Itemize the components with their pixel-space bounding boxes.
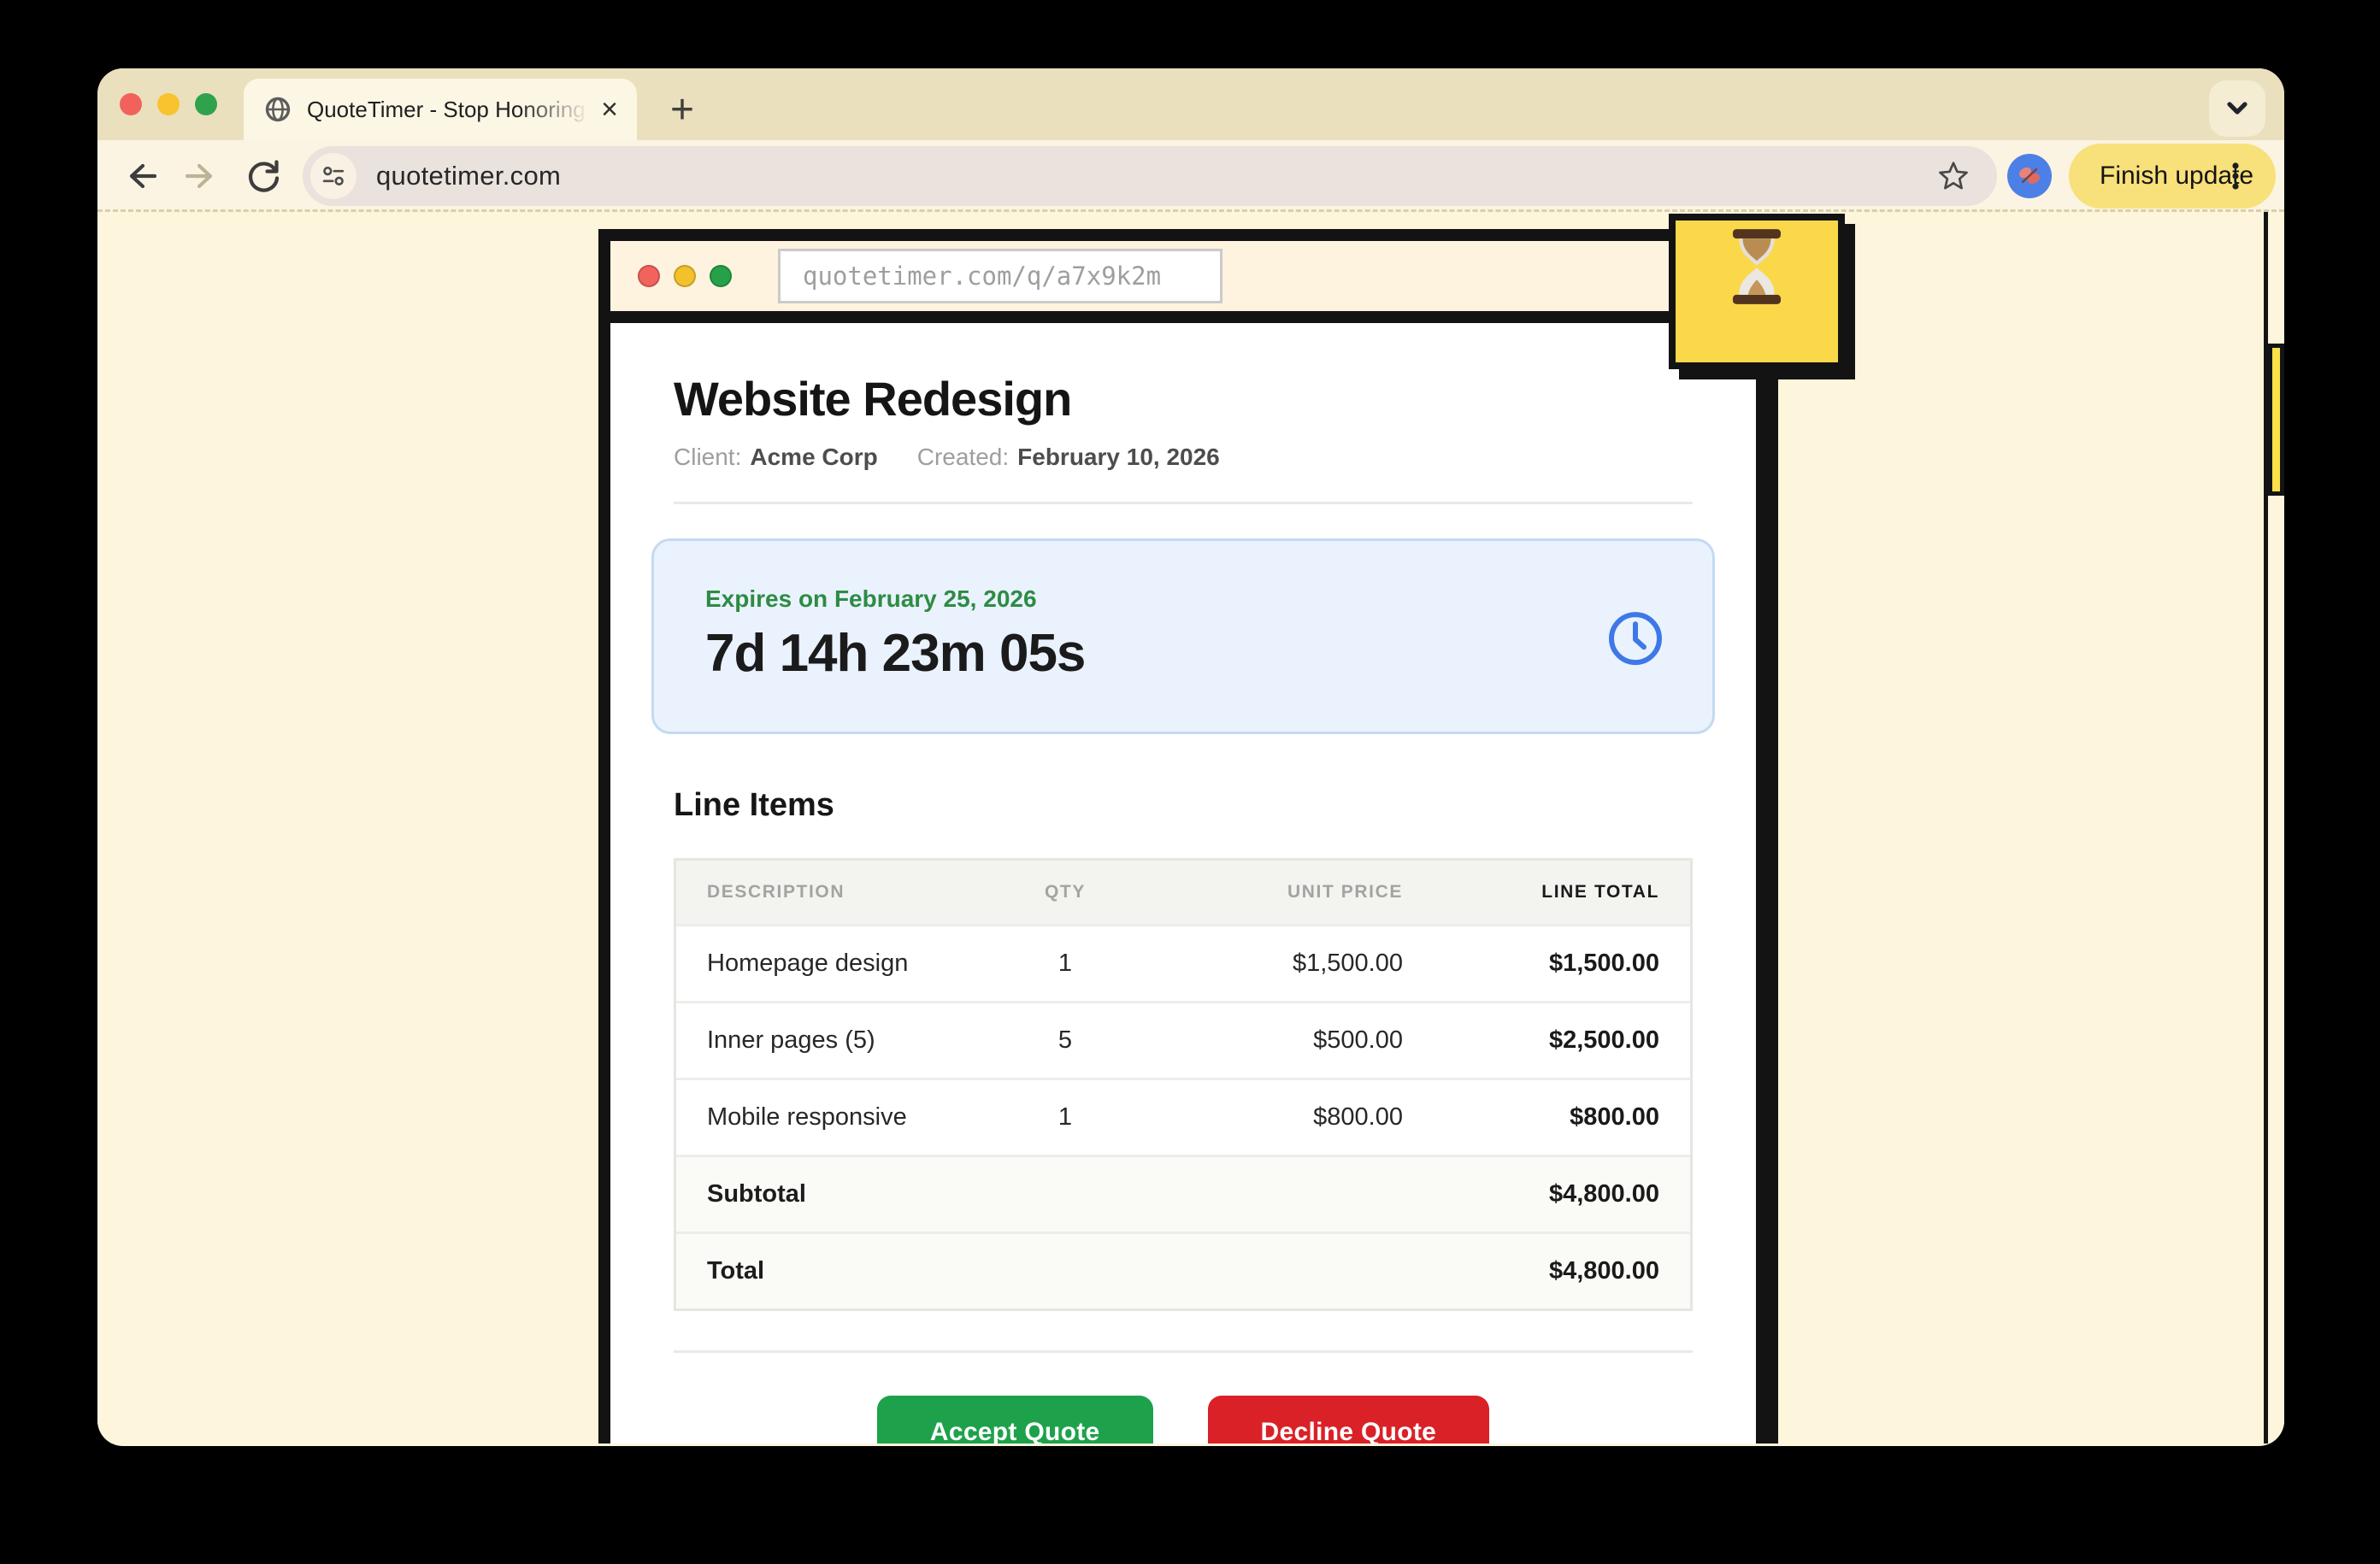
created-label: Created:: [917, 444, 1009, 471]
total-label: Total: [707, 1257, 1001, 1285]
forward-button[interactable]: [181, 156, 222, 197]
decline-quote-button[interactable]: Decline Quote: [1208, 1396, 1490, 1443]
tune-icon: [316, 159, 351, 193]
col-qty: Qty: [1001, 882, 1129, 903]
page-scrollbar-thumb[interactable]: [2268, 344, 2284, 496]
total-row: Total $4,800.00: [676, 1232, 1690, 1308]
cell-unit-price: $500.00: [1129, 1026, 1403, 1055]
browser-toolbar: quotetimer.com Finish update: [97, 140, 2284, 212]
page-viewport: quotetimer.com/q/a7x9k2m Website Redesig…: [97, 212, 2284, 1443]
cell-unit-price: $1,500.00: [1129, 950, 1403, 978]
page-scrollbar-track[interactable]: [2264, 212, 2284, 1443]
quote-actions: Accept Quote Decline Quote: [674, 1396, 1693, 1443]
cell-line-total: $1,500.00: [1403, 950, 1659, 978]
mock-yellow-dot: [674, 265, 696, 287]
subtotal-label: Subtotal: [707, 1180, 1001, 1208]
total-value: $4,800.00: [1403, 1257, 1659, 1285]
mock-browser-topbar: quotetimer.com/q/a7x9k2m: [610, 241, 1756, 323]
minimize-window-button[interactable]: [157, 93, 180, 115]
back-button[interactable]: [120, 156, 161, 197]
expiry-date-text: Expires on February 25, 2026: [705, 585, 1661, 613]
browser-tab[interactable]: QuoteTimer - Stop Honoring O ×: [244, 79, 637, 140]
client-value: Acme Corp: [750, 444, 877, 471]
subtotal-row: Subtotal $4,800.00: [676, 1155, 1690, 1232]
mock-green-dot: [710, 265, 732, 287]
screenshot-stage: QuoteTimer - Stop Honoring O × +: [0, 0, 2380, 1564]
cell-unit-price: $800.00: [1129, 1103, 1403, 1132]
created-value: February 10, 2026: [1017, 444, 1220, 471]
cell-description: Inner pages (5): [707, 1026, 1001, 1055]
close-window-button[interactable]: [120, 93, 142, 115]
divider: [674, 1350, 1693, 1353]
cell-qty: 5: [1001, 1026, 1129, 1055]
quote-card: quotetimer.com/q/a7x9k2m Website Redesig…: [598, 229, 1768, 1443]
table-row: Homepage design 1 $1,500.00 $1,500.00: [676, 924, 1690, 1001]
quote-content: Website Redesign Client: Acme Corp Creat…: [610, 323, 1756, 1443]
globe-favicon-icon: [264, 96, 292, 123]
cell-qty: 1: [1001, 950, 1129, 978]
quote-title: Website Redesign: [674, 371, 1693, 426]
clock-icon: [1605, 608, 1666, 673]
maximize-window-button[interactable]: [195, 93, 217, 115]
macos-traffic-lights: [120, 93, 217, 115]
browser-menu-kebab-icon[interactable]: [2216, 156, 2255, 200]
finish-update-button[interactable]: Finish update: [2069, 144, 2276, 209]
table-row: Inner pages (5) 5 $500.00 $2,500.00: [676, 1001, 1690, 1078]
browser-window: QuoteTimer - Stop Honoring O × +: [97, 68, 2284, 1446]
col-unit-price: Unit Price: [1129, 882, 1403, 903]
butterfly-extension-icon[interactable]: [2007, 154, 2052, 198]
url-text: quotetimer.com: [376, 161, 561, 191]
site-settings-button[interactable]: [310, 153, 356, 199]
col-line-total: Line Total: [1403, 882, 1659, 903]
accept-quote-button[interactable]: Accept Quote: [877, 1396, 1153, 1443]
cell-description: Homepage design: [707, 950, 1001, 978]
divider: [674, 502, 1693, 504]
quote-meta: Client: Acme Corp Created: February 10, …: [674, 444, 1693, 471]
mock-url-input[interactable]: quotetimer.com/q/a7x9k2m: [778, 249, 1222, 303]
collapse-toolbar-button[interactable]: [2209, 80, 2265, 137]
cell-qty: 1: [1001, 1103, 1129, 1132]
tab-strip: QuoteTimer - Stop Honoring O × +: [97, 68, 2284, 140]
subtotal-value: $4,800.00: [1403, 1180, 1659, 1208]
address-bar[interactable]: quotetimer.com: [303, 146, 1997, 206]
col-description: Description: [707, 882, 1001, 903]
countdown-timer: 7d 14h 23m 05s: [705, 623, 1661, 684]
new-tab-button[interactable]: +: [655, 82, 710, 137]
mock-red-dot: [638, 265, 660, 287]
cell-description: Mobile responsive: [707, 1103, 1001, 1132]
expiry-banner: Expires on February 25, 2026 7d 14h 23m …: [651, 538, 1715, 734]
table-header-row: Description Qty Unit Price Line Total: [676, 861, 1690, 924]
cell-line-total: $2,500.00: [1403, 1026, 1659, 1055]
table-row: Mobile responsive 1 $800.00 $800.00: [676, 1078, 1690, 1155]
tab-close-icon[interactable]: ×: [601, 95, 618, 124]
line-items-table: Description Qty Unit Price Line Total Ho…: [674, 858, 1693, 1311]
bookmark-star-button[interactable]: [1935, 158, 1971, 198]
reload-button[interactable]: [243, 156, 284, 197]
line-items-heading: Line Items: [674, 787, 1693, 824]
cell-line-total: $800.00: [1403, 1103, 1659, 1132]
chevron-down-icon: [2221, 92, 2253, 125]
quotetimer-logo: [1669, 214, 1845, 369]
hourglass-icon: [1723, 229, 1790, 362]
client-label: Client:: [674, 444, 741, 471]
tab-title: QuoteTimer - Stop Honoring O: [307, 97, 601, 123]
